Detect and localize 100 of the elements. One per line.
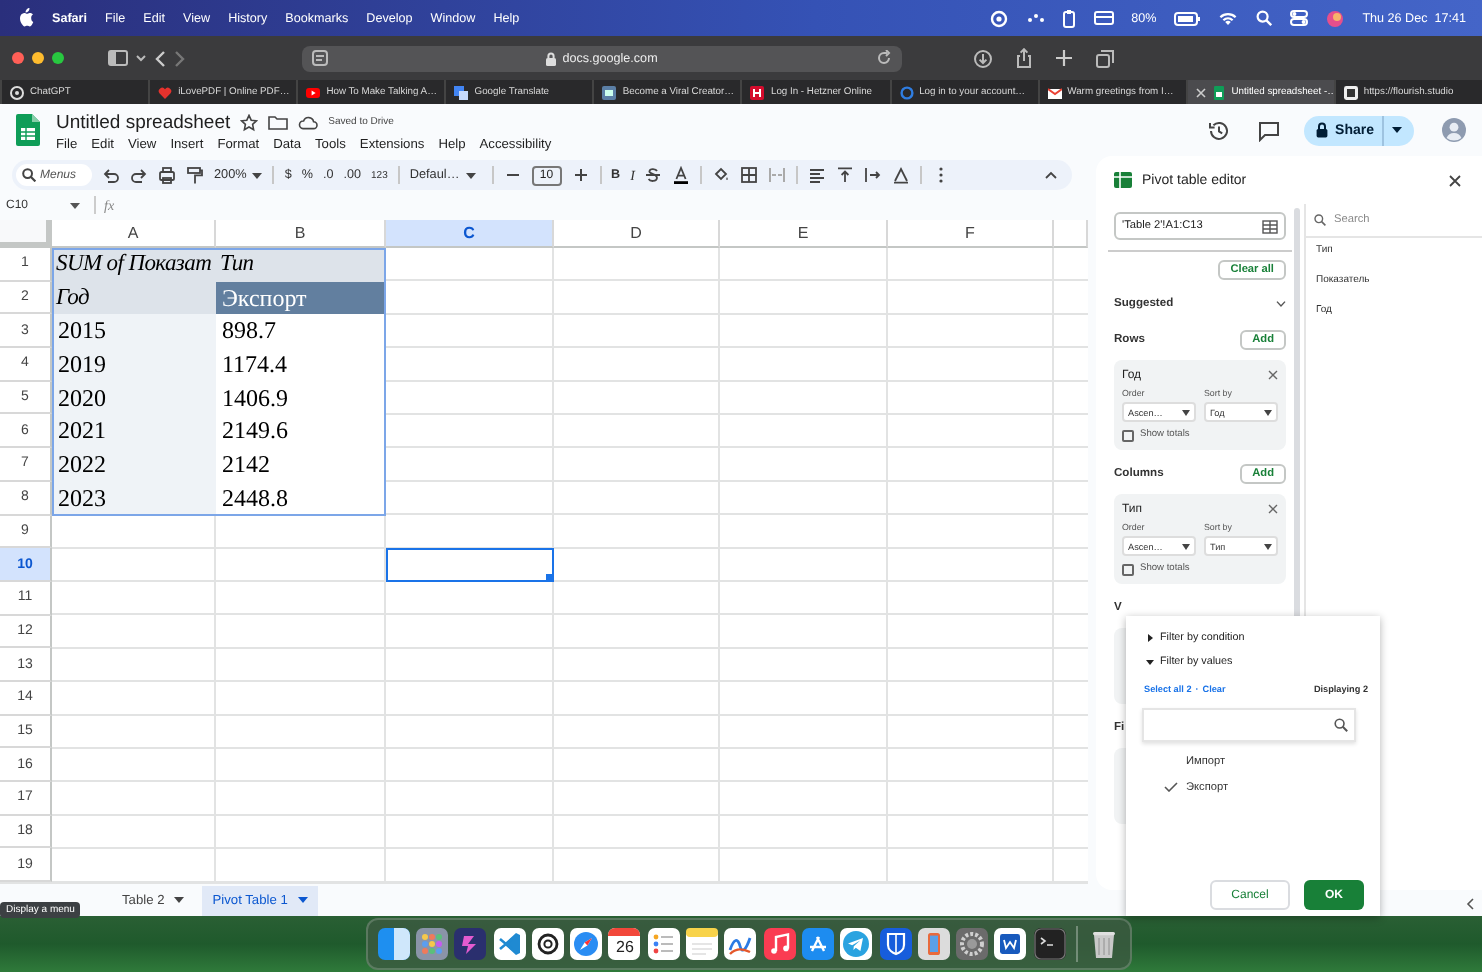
caret-icon: [1264, 409, 1272, 415]
borders-icon[interactable]: [740, 166, 759, 184]
remove-icon[interactable]: [1268, 370, 1278, 380]
table-cell: Год: [52, 281, 216, 315]
share-icon[interactable]: [1016, 48, 1032, 68]
print-icon[interactable]: [158, 166, 176, 184]
calendar-date: 26: [616, 936, 634, 958]
minimize-window-button[interactable]: [32, 52, 44, 64]
search-icon: [1314, 214, 1326, 226]
column-header[interactable]: A: [52, 220, 216, 248]
app-icon[interactable]: [377, 928, 410, 960]
list-icon[interactable]: [647, 928, 680, 960]
tabs-overview-icon[interactable]: [1096, 49, 1114, 67]
search-icon[interactable]: [1256, 10, 1273, 26]
compass-icon[interactable]: [570, 928, 603, 960]
column-header[interactable]: F: [888, 220, 1054, 248]
paint-roller-icon[interactable]: [186, 166, 204, 184]
calendar-icon[interactable]: 26: [608, 928, 641, 960]
app-icon[interactable]: [454, 928, 487, 960]
close-window-button[interactable]: [12, 52, 24, 64]
table-cell: 2023: [52, 481, 216, 515]
chevron-left-icon[interactable]: [1466, 897, 1474, 909]
grid-icon: [1262, 219, 1278, 233]
table-cell: 2022: [52, 448, 216, 482]
document-title[interactable]: Untitled spreadsheet: [56, 111, 231, 133]
value-search-field[interactable]: [1142, 708, 1356, 742]
cell-selection[interactable]: [386, 548, 554, 582]
table-cell: 2015: [52, 314, 216, 349]
shield-icon[interactable]: [879, 928, 912, 960]
undo-icon[interactable]: [102, 166, 120, 184]
remove-icon[interactable]: [1268, 504, 1278, 514]
table-cell: 2019: [52, 348, 216, 382]
toggles-icon[interactable]: [1290, 10, 1309, 26]
app-store-icon[interactable]: [801, 928, 834, 960]
comment-icon[interactable]: [1257, 119, 1280, 141]
battery-icon: [1174, 11, 1201, 25]
column-header[interactable]: D: [554, 220, 720, 248]
pivot-table-icon: [1114, 172, 1132, 188]
avatar-icon[interactable]: [1442, 118, 1466, 142]
history-icon[interactable]: [1207, 119, 1230, 141]
show-totals-checkbox[interactable]: [1122, 563, 1134, 575]
caret-icon[interactable]: [70, 201, 80, 209]
dots-icon[interactable]: [1025, 9, 1044, 27]
vertical-align-icon[interactable]: [836, 166, 855, 184]
text-wrap-icon[interactable]: [864, 166, 883, 184]
merge-cells-icon[interactable]: [768, 166, 787, 184]
collapse-icon[interactable]: [1042, 166, 1060, 184]
caret-icon: [1182, 409, 1190, 415]
column-header[interactable]: B: [216, 220, 386, 248]
site-icon: [10, 85, 24, 99]
site-icon: [1211, 85, 1226, 99]
strikethrough-icon[interactable]: [644, 166, 663, 184]
grid-icon[interactable]: [415, 928, 448, 960]
site-icon: [1343, 85, 1358, 99]
plus-icon[interactable]: [571, 166, 590, 184]
site-icon: [158, 85, 173, 99]
code-editor-icon[interactable]: [493, 928, 526, 960]
fill-color-icon[interactable]: [712, 166, 731, 184]
wifi-icon[interactable]: [1218, 10, 1239, 26]
clipboard-icon[interactable]: [1061, 9, 1076, 27]
terminal-icon[interactable]: [1033, 928, 1066, 960]
site-icon: [899, 85, 914, 99]
text-rotation-icon[interactable]: [892, 166, 911, 184]
back-icon[interactable]: [154, 49, 166, 67]
close-icon[interactable]: [1448, 173, 1462, 187]
star-icon[interactable]: [240, 113, 259, 131]
align-left-icon[interactable]: [808, 166, 827, 184]
column-header[interactable]: E: [720, 220, 888, 248]
sketch-icon[interactable]: [724, 928, 757, 960]
caret-icon: [1392, 126, 1402, 134]
trash-icon[interactable]: [1088, 928, 1121, 960]
orb-icon[interactable]: [1326, 9, 1345, 27]
zoom-window-button[interactable]: [52, 52, 64, 64]
folder-icon[interactable]: [268, 114, 289, 130]
reload-icon[interactable]: [876, 50, 893, 66]
caret-icon[interactable]: [136, 54, 146, 62]
notepad-icon[interactable]: [686, 928, 719, 960]
redo-icon[interactable]: [130, 166, 148, 184]
paper-plane-icon[interactable]: [840, 928, 873, 960]
table-cell: 2020: [52, 381, 216, 415]
new-tab-icon[interactable]: [1056, 50, 1072, 66]
download-icon[interactable]: [974, 49, 992, 67]
chevron-down-icon[interactable]: [1276, 300, 1286, 308]
spreadsheet-logo-icon[interactable]: [16, 114, 40, 146]
sync-icon[interactable]: [989, 9, 1008, 27]
cloud-icon[interactable]: [298, 115, 319, 129]
phone-icon[interactable]: [917, 928, 950, 960]
show-totals-checkbox[interactable]: [1122, 429, 1134, 441]
gear-icon[interactable]: [956, 928, 989, 960]
page-icon[interactable]: [312, 50, 328, 66]
card-icon[interactable]: [1093, 10, 1114, 26]
caret-icon: [252, 171, 263, 179]
lock-icon: [1315, 122, 1328, 138]
text-color-icon[interactable]: [672, 166, 691, 184]
music-note-icon[interactable]: [763, 928, 796, 960]
document-icon[interactable]: [994, 928, 1027, 960]
search-icon: [22, 168, 36, 182]
sidebar-icon[interactable]: [108, 50, 128, 66]
column-header[interactable]: C: [386, 220, 554, 248]
apple-icon[interactable]: [18, 8, 34, 28]
